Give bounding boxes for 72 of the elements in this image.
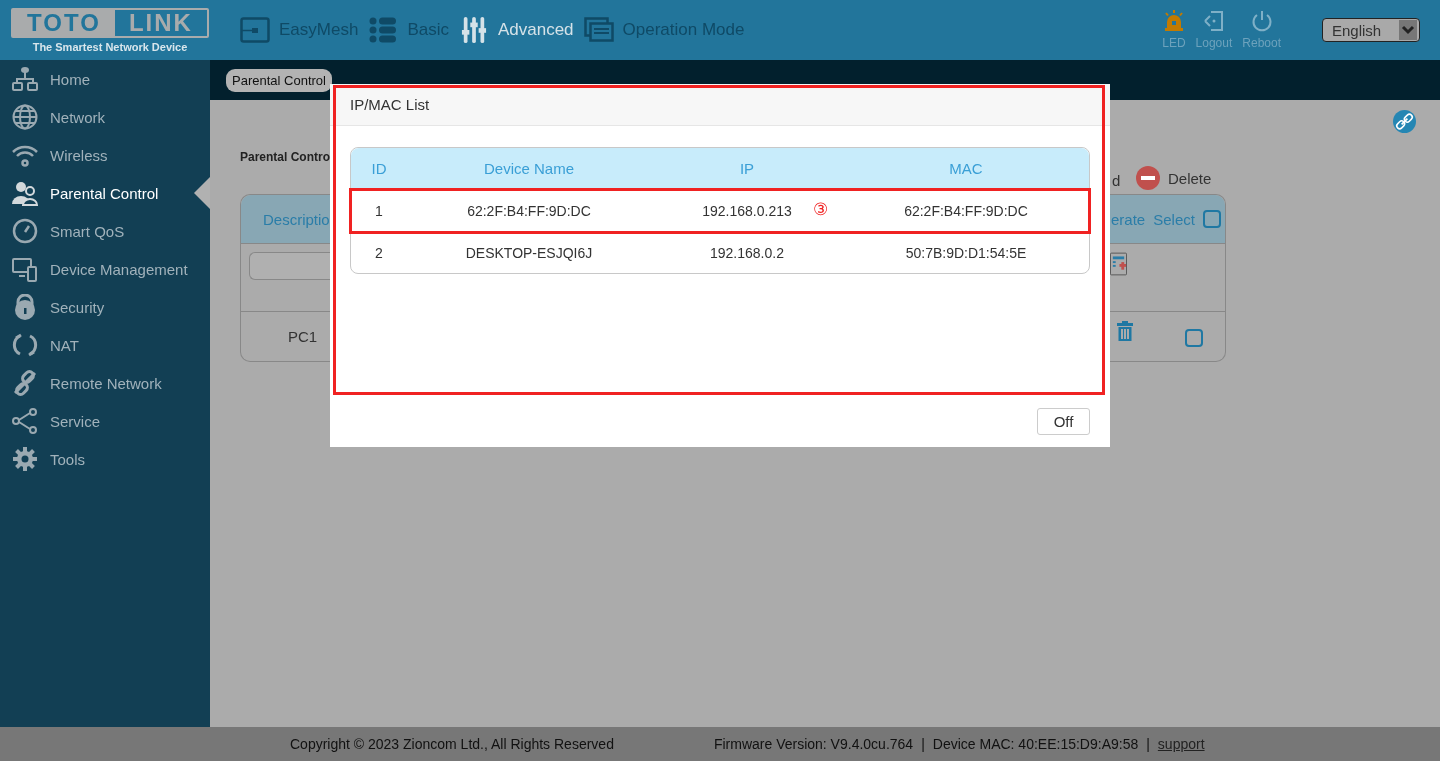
checkbox[interactable] (1202, 210, 1221, 228)
column-header: Descriptio (263, 210, 330, 228)
separator: | (921, 736, 925, 752)
link-icon (12, 370, 38, 396)
globe-icon (12, 104, 38, 130)
table-cell: DESKTOP-ESJQI6J (465, 244, 593, 261)
table-cell: PC1 (288, 328, 318, 345)
annotation-number: ③ (813, 201, 828, 219)
sidebar-item[interactable]: Parental Control (0, 174, 210, 212)
column-header: ID (370, 160, 388, 177)
power-icon (1250, 10, 1273, 32)
pointer-icon (194, 177, 210, 209)
column-header: IP (738, 160, 756, 177)
sidebar-item[interactable]: Security (0, 288, 210, 326)
table-cell: 192.168.0.213 (702, 202, 792, 219)
table-row[interactable]: 2 DESKTOP-ESJQI6J 192.168.0.2 50:7B:9D:D1:54:5E (351, 232, 1089, 273)
trash-icon[interactable] (1117, 320, 1133, 341)
sidebar-item[interactable]: Smart QoS (0, 212, 210, 250)
share-icon (12, 408, 38, 434)
gauge-icon (12, 218, 38, 244)
delete-button[interactable]: Delete (1136, 166, 1212, 190)
nav-link[interactable]: Advanced (497, 20, 574, 40)
off-button[interactable]: Off (1037, 408, 1090, 435)
sidebar-item[interactable]: Home (0, 60, 210, 98)
list-icon[interactable] (368, 17, 399, 43)
column-header: Select (1153, 210, 1195, 228)
table-cell: 192.168.0.2 (710, 244, 784, 261)
sidebar-item[interactable]: Network (0, 98, 210, 136)
users-icon (12, 180, 38, 206)
logo-text: LINK (127, 9, 194, 36)
table-cell: 50:7B:9D:D1:54:5E (905, 244, 1027, 261)
gear-icon (12, 446, 38, 472)
language-select[interactable]: English (1322, 18, 1420, 42)
firmware-version: Firmware Version: V9.4.0cu.764 (713, 736, 914, 752)
logo-text: TOTO (13, 9, 115, 36)
sidebar-item[interactable]: NAT (0, 326, 210, 364)
caret-icon (1399, 20, 1417, 40)
device-mac: Device MAC: 40:EE:15:D9:A9:58 (932, 736, 1139, 752)
logout-icon (1202, 10, 1225, 32)
separator: | (1146, 736, 1150, 752)
support-link[interactable]: support (1157, 736, 1205, 752)
sidebar-item[interactable]: Wireless (0, 136, 210, 174)
column-header: Device Name (483, 160, 575, 177)
sidebar-item[interactable]: Remote Network (0, 364, 210, 402)
table-row[interactable]: 1 62:2F:B4:FF:9D:DC 192.168.0.213 ③ 62:2F:B4:FF:9D:DC (351, 190, 1089, 232)
input-field[interactable] (249, 252, 330, 280)
calendar-add-icon[interactable] (1110, 252, 1127, 276)
logo-tagline: The Smartest Network Device (32, 40, 188, 53)
window-stack-icon[interactable] (583, 17, 614, 43)
copyright-text: Copyright © 2023 Zioncom Ltd., All Rights Reserved (290, 736, 614, 752)
sidebar-item[interactable]: Service (0, 402, 210, 440)
alarm-light-icon (1162, 10, 1185, 32)
table-cell: 62:2F:B4:FF:9D:DC (904, 202, 1028, 219)
column-header: erate (1111, 210, 1146, 228)
breadcrumb-tab[interactable]: Parental Control (226, 68, 332, 92)
table-cell: 62:2F:B4:FF:9D:DC (467, 202, 591, 219)
sidebar-item[interactable]: Tools (0, 440, 210, 478)
table-cell: 1 (375, 202, 383, 219)
sync-icon (12, 332, 38, 358)
column-header: MAC (948, 160, 984, 177)
minus-circle-icon (1136, 166, 1160, 190)
link-icon[interactable] (1393, 110, 1416, 133)
sidebar-item[interactable]: Device Management (0, 250, 210, 288)
network-tree-icon (12, 66, 38, 92)
table-cell: 2 (375, 244, 383, 261)
lock-icon (12, 294, 38, 320)
router-icon[interactable] (240, 17, 270, 43)
section-title: Parental Contro (240, 149, 330, 164)
dialog-title: IP/MAC List (350, 96, 430, 113)
add-button[interactable]: d (1112, 171, 1121, 189)
checkbox[interactable] (1185, 328, 1203, 347)
devices-icon (12, 256, 38, 282)
